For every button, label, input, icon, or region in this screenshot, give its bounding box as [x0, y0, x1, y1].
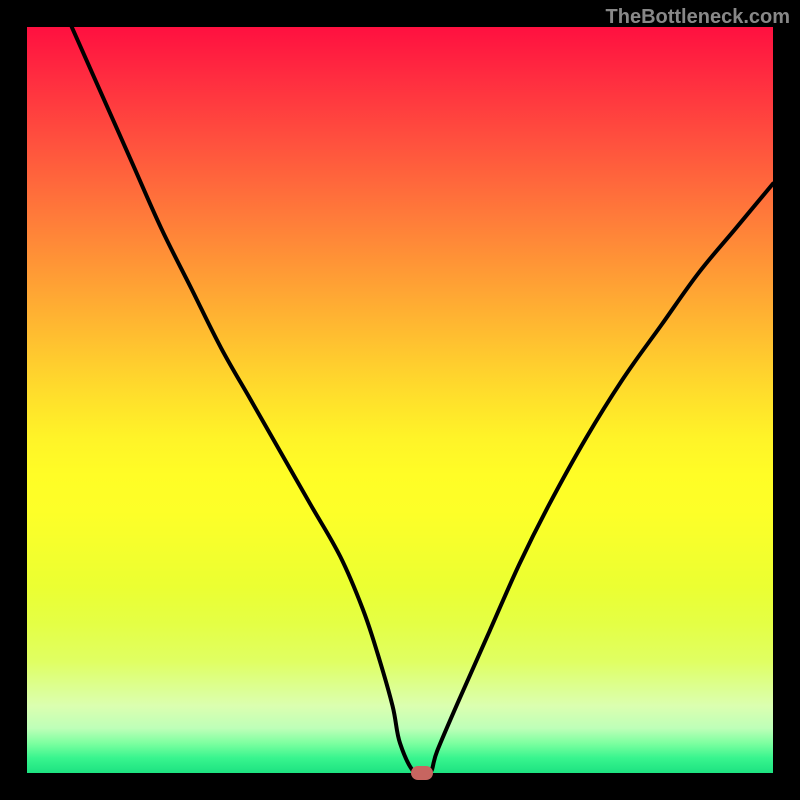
- bottleneck-curve: [27, 27, 773, 773]
- watermark-text: TheBottleneck.com: [606, 6, 790, 29]
- chart-container: TheBottleneck.com: [0, 0, 800, 800]
- optimum-marker: [411, 766, 433, 780]
